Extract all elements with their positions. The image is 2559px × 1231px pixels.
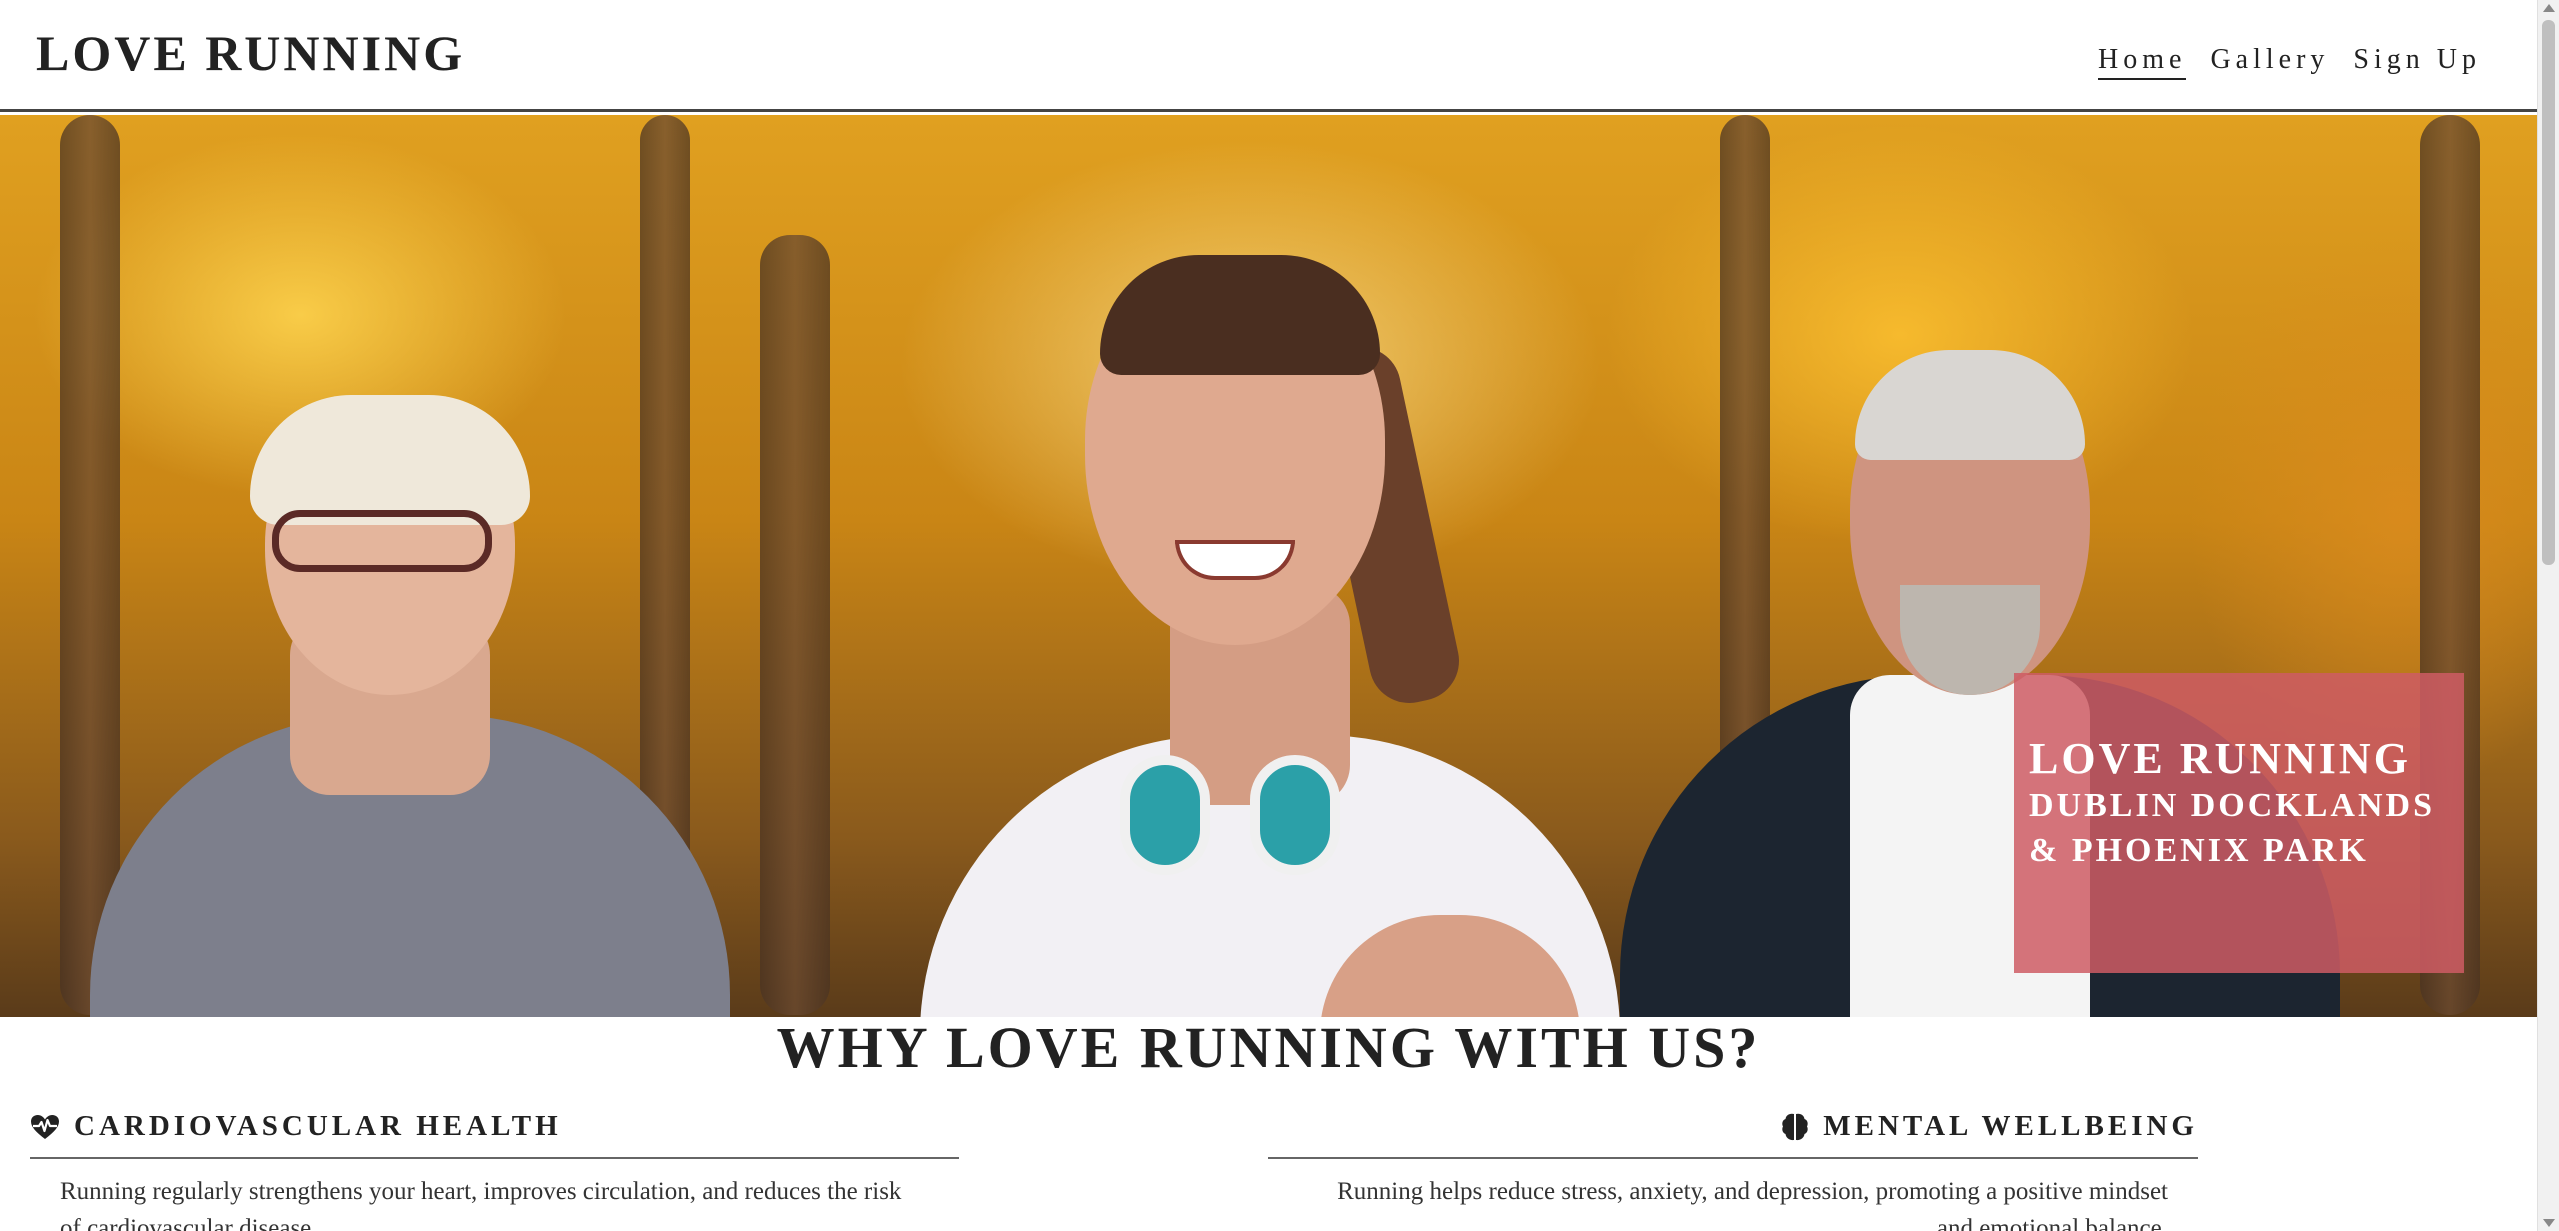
hero-caption-box: LOVE RUNNING DUBLIN DOCKLANDS & PHOENIX … xyxy=(2014,673,2464,973)
hero-caption-title: LOVE RUNNING xyxy=(2029,734,2411,783)
feature-heading: MENTAL WELLBEING xyxy=(1268,1110,2198,1159)
scroll-up-arrow-icon[interactable] xyxy=(2543,4,2555,12)
tree-trunk xyxy=(760,235,830,1015)
runner-left-hair xyxy=(250,395,530,525)
hero-caption-line: & PHOENIX PARK xyxy=(2029,831,2369,869)
page-scrollbar[interactable] xyxy=(2537,0,2559,1231)
site-logo[interactable]: LOVE RUNNING xyxy=(36,24,465,82)
main-nav: Home Gallery Sign Up xyxy=(2098,44,2481,80)
scrollbar-thumb[interactable] xyxy=(2542,20,2555,565)
feature-card: CARDIOVASCULAR HEALTH Running regularly … xyxy=(30,1110,959,1231)
feature-title: MENTAL WELLBEING xyxy=(1823,1110,2198,1142)
tree-trunk xyxy=(1720,115,1770,815)
headphones-icon xyxy=(1250,755,1340,875)
feature-description: Running helps reduce stress, anxiety, an… xyxy=(1337,1178,2168,1231)
site-header: LOVE RUNNING Home Gallery Sign Up xyxy=(0,0,2537,112)
runner-center-hair xyxy=(1100,255,1380,375)
feature-description: Running regularly strengthens your heart… xyxy=(60,1178,902,1231)
nav-sign-up[interactable]: Sign Up xyxy=(2353,44,2481,80)
feature-heading: CARDIOVASCULAR HEALTH xyxy=(30,1110,959,1159)
scroll-down-arrow-icon[interactable] xyxy=(2543,1219,2555,1227)
hero-caption-line: DUBLIN DOCKLANDS xyxy=(2029,787,2435,825)
nav-home[interactable]: Home xyxy=(2098,44,2187,80)
runner-left-glasses xyxy=(272,510,492,572)
tree-trunk xyxy=(60,115,120,1015)
heart-pulse-icon xyxy=(30,1114,60,1140)
section-title: WHY LOVE RUNNING WITH US? xyxy=(776,1015,1761,1080)
runner-right-hair xyxy=(1855,350,2085,460)
headphones-icon xyxy=(1120,755,1210,875)
feature-card: MENTAL WELLBEING Running helps reduce st… xyxy=(1268,1110,2198,1231)
brain-icon xyxy=(1781,1112,1809,1142)
nav-gallery[interactable]: Gallery xyxy=(2210,44,2329,80)
feature-title: CARDIOVASCULAR HEALTH xyxy=(74,1110,562,1142)
